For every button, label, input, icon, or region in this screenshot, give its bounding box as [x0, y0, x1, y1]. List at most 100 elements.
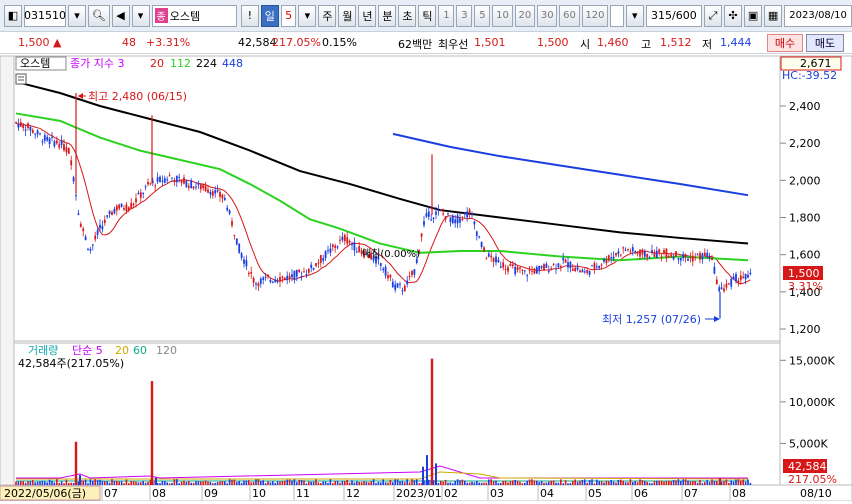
sell-button[interactable]: 매도	[806, 34, 844, 52]
volume-bar	[380, 482, 382, 485]
candle-body	[667, 256, 670, 258]
legend-ma-112: 112	[170, 57, 191, 70]
current-price: 1,500 ▲	[18, 36, 62, 49]
interval-120-button[interactable]: 120	[581, 4, 609, 27]
interval-1-button[interactable]: 1	[438, 4, 455, 27]
volume-bar	[622, 480, 624, 485]
chart-svg[interactable]: 오스템 종가 지수 3 20 112 224 448 최고 2,480 (06/…	[0, 54, 852, 502]
period-weekly-button[interactable]: 주	[318, 4, 337, 27]
candle-body	[720, 287, 723, 290]
buy-button[interactable]: 매수	[767, 34, 803, 52]
candle-body	[461, 219, 464, 221]
volume-bar	[711, 479, 713, 485]
candle-body	[631, 247, 634, 252]
period-daily-button[interactable]: 일	[260, 4, 279, 27]
volume-legend-120: 120	[156, 344, 177, 357]
volume-spike	[155, 477, 157, 485]
candle-body	[255, 283, 257, 285]
volume-bar	[605, 480, 608, 485]
last-price-pct: 3.31%	[788, 280, 823, 293]
mid-annotation: 매칭(0.00%)	[362, 248, 420, 260]
candle-body	[113, 208, 116, 214]
period-second-button[interactable]: 초	[398, 4, 417, 27]
volume-bar	[272, 481, 274, 485]
volume-bar	[713, 480, 716, 485]
volume-bar	[473, 482, 476, 485]
x-axis-label: 02	[444, 487, 458, 500]
candle-body	[677, 258, 680, 260]
candle-body	[408, 275, 411, 277]
candle-body	[115, 205, 118, 211]
stock-code-input[interactable]: 031510	[24, 4, 66, 27]
volume-bar	[651, 483, 653, 485]
volume-bar	[459, 480, 461, 485]
interval-3-button[interactable]: 3	[456, 4, 473, 27]
date-input[interactable]: 2023/08/10	[784, 4, 852, 27]
period-tick-button[interactable]: 틱	[418, 4, 437, 27]
candle-body	[271, 281, 274, 283]
interval-20-button[interactable]: 20	[514, 4, 536, 27]
volume-bar	[327, 482, 329, 485]
volume-bar	[334, 480, 336, 485]
chart-menu-icon[interactable]: ◧	[4, 4, 22, 27]
volume-bar	[250, 482, 252, 485]
interval-30-button[interactable]: 30	[537, 4, 558, 27]
candle-body	[310, 264, 313, 268]
date-calendar-icon[interactable]: ▦	[764, 4, 783, 27]
candle-body	[689, 257, 692, 259]
bar-count-field[interactable]: 315/600	[645, 4, 702, 27]
x-axis-label: 03	[490, 487, 504, 500]
save-icon[interactable]: ▣	[744, 4, 763, 27]
volume-bar	[348, 482, 351, 485]
candle-body	[622, 247, 625, 249]
speaker-dropdown-icon[interactable]: ▾	[131, 4, 150, 27]
volume-bar	[677, 479, 680, 485]
zoom-fit-icon[interactable]: ⤢	[704, 4, 722, 27]
candle-body	[101, 225, 104, 230]
price-y-label: 2,200	[789, 137, 821, 150]
interval-custom-dropdown-icon[interactable]: ▾	[625, 4, 644, 27]
candle-body	[447, 213, 449, 215]
candle-body	[53, 141, 56, 147]
interval-10-button[interactable]: 10	[492, 4, 513, 27]
interval-custom-input[interactable]	[610, 4, 624, 27]
volume-bar	[411, 479, 413, 485]
candle-body	[624, 249, 627, 251]
candle-body	[171, 177, 173, 179]
alert-button[interactable]: !	[240, 4, 259, 27]
candle-body	[163, 178, 166, 183]
settings-icon[interactable]	[15, 73, 27, 85]
search-icon[interactable]: 🔍︎	[88, 4, 110, 27]
code-dropdown-icon[interactable]: ▾	[68, 4, 86, 27]
x-axis-label: 08	[732, 487, 746, 500]
candle-body	[579, 270, 581, 273]
volume-bar	[696, 482, 699, 485]
candle-body	[586, 269, 589, 273]
interval-5-button[interactable]: 5	[474, 4, 491, 27]
period-yearly-button[interactable]: 년	[358, 4, 377, 27]
candle-body	[504, 269, 507, 271]
volume-bar	[329, 479, 332, 485]
candle-body	[55, 140, 58, 144]
speaker-icon[interactable]: ◀︎	[111, 4, 130, 27]
volume-bar	[286, 479, 288, 485]
candle-body	[228, 210, 231, 214]
volume-bar	[195, 481, 197, 485]
period-number-input[interactable]: 5	[280, 4, 297, 27]
volume-bar	[399, 481, 401, 485]
volume-bar	[524, 482, 526, 485]
candle-body	[207, 189, 209, 193]
volume-bar	[588, 480, 591, 485]
period-minute-button[interactable]: 분	[378, 4, 397, 27]
candle-body	[511, 264, 514, 267]
crosshair-icon[interactable]: ✣	[724, 4, 742, 27]
volume-bar	[531, 479, 533, 485]
stock-name-field[interactable]: 종 오스템	[151, 4, 237, 27]
volume-bar	[243, 480, 245, 485]
chart-area[interactable]: 오스템 종가 지수 3 20 112 224 448 최고 2,480 (06/…	[0, 54, 852, 502]
period-monthly-button[interactable]: 월	[338, 4, 357, 27]
volume-legend-name: 거래량	[28, 344, 58, 357]
period-number-dropdown-icon[interactable]: ▾	[298, 4, 317, 27]
volume-bar	[382, 479, 384, 485]
interval-60-button[interactable]: 60	[559, 4, 580, 27]
